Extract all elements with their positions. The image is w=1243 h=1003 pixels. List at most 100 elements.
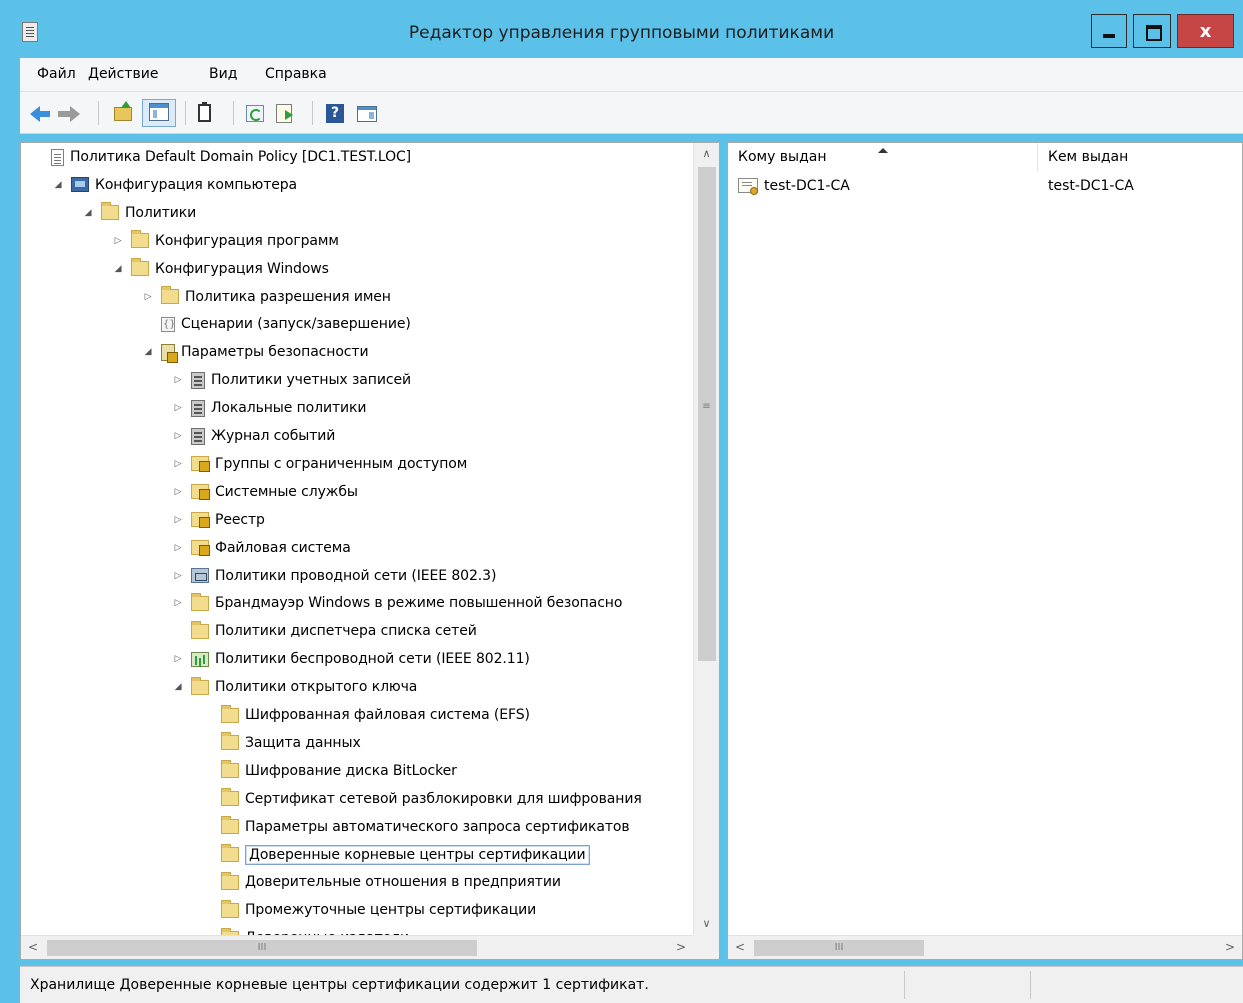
tree-item[interactable]: ▷ Конфигурация программ bbox=[111, 228, 339, 254]
tree-item[interactable]: ▷ Политики проводной сети (IEEE 802.3) bbox=[171, 563, 497, 589]
help-button[interactable]: ? bbox=[322, 101, 348, 125]
minimize-button[interactable] bbox=[1091, 14, 1127, 48]
maximize-button[interactable] bbox=[1133, 14, 1171, 48]
forward-button[interactable] bbox=[56, 101, 82, 125]
scroll-thumb[interactable] bbox=[698, 167, 716, 661]
server-policy-icon bbox=[191, 399, 205, 417]
certificate-list-pane[interactable]: Кому выдан Кем выдан test-DC1-CA test-DC… bbox=[727, 142, 1243, 960]
expand-arrow-icon[interactable]: ▷ bbox=[171, 423, 185, 449]
back-button[interactable] bbox=[28, 101, 54, 125]
tree-item[interactable]: ▷ Реестр bbox=[171, 507, 265, 533]
properties-button[interactable] bbox=[192, 101, 218, 125]
tree-horizontal-scrollbar[interactable]: < III > bbox=[21, 935, 693, 959]
tree-item-label: Локальные политики bbox=[211, 400, 367, 417]
tree-item[interactable]: ▷ Группы с ограниченным доступом bbox=[171, 451, 467, 477]
column-header-issued-by[interactable]: Кем выдан bbox=[1038, 143, 1242, 171]
expand-arrow-icon[interactable]: ▷ bbox=[171, 563, 185, 589]
refresh-icon bbox=[246, 105, 264, 122]
status-separator bbox=[1030, 971, 1031, 999]
collapse-arrow-icon[interactable]: ◢ bbox=[141, 339, 155, 365]
tree-vertical-scrollbar[interactable]: ∧ ≡ ∨ bbox=[693, 143, 719, 935]
tree-item[interactable]: ▷ Политики беспроводной сети (IEEE 802.11… bbox=[171, 646, 530, 672]
folder-icon bbox=[191, 676, 209, 695]
tree-item[interactable]: ◢ Конфигурация компьютера bbox=[51, 172, 298, 198]
expand-arrow-icon[interactable]: ▷ bbox=[111, 228, 125, 254]
tree-item[interactable]: Доверенные корневые центры сертификации bbox=[201, 842, 590, 868]
tree-item[interactable]: ▷ Политики учетных записей bbox=[171, 367, 411, 393]
tree-item-label: Конфигурация программ bbox=[155, 232, 339, 249]
menu-help[interactable]: Справка bbox=[265, 66, 327, 82]
console-tree[interactable]: Политика Default Domain Policy [DC1.TEST… bbox=[20, 142, 720, 960]
menu-file[interactable]: Файл bbox=[37, 66, 76, 82]
scroll-left-button[interactable]: < bbox=[728, 936, 752, 959]
account-policy-icon bbox=[191, 371, 205, 389]
tree-item[interactable]: ▷ Системные службы bbox=[171, 479, 358, 505]
toolbar-separator bbox=[185, 101, 186, 125]
show-hide-console-tree-button[interactable] bbox=[142, 99, 176, 127]
expand-arrow-icon[interactable]: ▷ bbox=[171, 395, 185, 421]
expand-arrow-icon[interactable]: ▷ bbox=[171, 479, 185, 505]
menu-view[interactable]: Вид bbox=[209, 66, 237, 82]
expand-arrow-icon[interactable]: ▷ bbox=[171, 367, 185, 393]
document-icon bbox=[51, 148, 64, 166]
collapse-arrow-icon[interactable]: ◢ bbox=[51, 172, 65, 198]
locked-folder-icon bbox=[191, 540, 210, 557]
expand-arrow-icon[interactable]: ▷ bbox=[141, 284, 155, 310]
scroll-right-button[interactable]: > bbox=[669, 936, 693, 959]
show-hide-action-pane-button[interactable] bbox=[354, 101, 380, 125]
toolbar-separator bbox=[312, 101, 313, 125]
tree-item[interactable]: Шифрованная файловая система (EFS) bbox=[201, 702, 530, 728]
title-bar[interactable]: Редактор управления групповыми политикам… bbox=[0, 0, 1243, 58]
tree-item-label: Сценарии (запуск/завершение) bbox=[181, 316, 411, 333]
collapse-arrow-icon[interactable]: ◢ bbox=[171, 674, 185, 700]
scroll-up-button[interactable]: ∧ bbox=[694, 143, 719, 165]
expand-arrow-icon[interactable]: ▷ bbox=[171, 451, 185, 477]
collapse-arrow-icon[interactable]: ◢ bbox=[81, 200, 95, 226]
security-settings-icon bbox=[161, 343, 178, 363]
tree-item[interactable]: Политики диспетчера списка сетей bbox=[171, 618, 477, 644]
refresh-button[interactable] bbox=[242, 101, 268, 125]
tree-item[interactable]: ▷ Брандмауэр Windows в режиме повышенной … bbox=[171, 590, 622, 616]
menu-action[interactable]: Действие bbox=[88, 66, 158, 82]
horizontal-scroll-thumb[interactable]: III bbox=[47, 940, 477, 956]
expand-arrow-icon[interactable]: ▷ bbox=[171, 646, 185, 672]
tree-item[interactable]: Политика Default Domain Policy [DC1.TEST… bbox=[31, 144, 411, 170]
up-one-level-button[interactable] bbox=[110, 101, 136, 125]
expand-arrow-icon[interactable]: ▷ bbox=[171, 590, 185, 616]
collapse-arrow-icon[interactable]: ◢ bbox=[111, 256, 125, 282]
tree-item[interactable]: Доверительные отношения в предприятии bbox=[201, 869, 561, 895]
certificate-icon bbox=[738, 178, 758, 195]
folder-icon bbox=[191, 592, 209, 611]
column-header-issued-to[interactable]: Кому выдан bbox=[728, 143, 1038, 171]
list-item[interactable]: test-DC1-CA test-DC1-CA bbox=[728, 174, 1242, 198]
tree-item[interactable]: ▷ Файловая система bbox=[171, 535, 351, 561]
scroll-down-button[interactable]: ∨ bbox=[694, 913, 719, 935]
tree-item[interactable]: ◢ Конфигурация Windows bbox=[111, 256, 329, 282]
window-title: Редактор управления групповыми политикам… bbox=[408, 23, 835, 43]
toolbar-separator bbox=[98, 101, 99, 125]
folder-icon bbox=[131, 258, 149, 277]
tree-item[interactable]: ◢ Политики открытого ключа bbox=[171, 674, 417, 700]
tree-item[interactable]: Защита данных bbox=[201, 730, 361, 756]
scroll-left-button[interactable]: < bbox=[21, 936, 45, 959]
tree-item[interactable]: ◢ Параметры безопасности bbox=[141, 339, 369, 365]
folder-up-icon bbox=[114, 101, 132, 121]
tree-item[interactable]: Шифрование диска BitLocker bbox=[201, 758, 457, 784]
expand-arrow-icon[interactable]: ▷ bbox=[171, 507, 185, 533]
scroll-right-button[interactable]: > bbox=[1218, 936, 1242, 959]
close-button[interactable]: x bbox=[1177, 14, 1234, 48]
tree-item[interactable]: Сценарии (запуск/завершение) bbox=[141, 311, 411, 338]
computer-icon bbox=[71, 177, 89, 193]
tree-item[interactable]: Сертификат сетевой разблокировки для шиф… bbox=[201, 786, 642, 812]
tree-item[interactable]: ◢ Политики bbox=[81, 200, 196, 226]
tree-item-label: Защита данных bbox=[245, 734, 361, 751]
tree-item[interactable]: Параметры автоматического запроса сертиф… bbox=[201, 814, 630, 840]
tree-item[interactable]: ▷ Локальные политики bbox=[171, 395, 366, 421]
tree-item[interactable]: ▷ Политика разрешения имен bbox=[141, 284, 391, 310]
tree-item[interactable]: Промежуточные центры сертификации bbox=[201, 897, 536, 923]
horizontal-scroll-thumb[interactable]: III bbox=[754, 940, 924, 956]
export-list-button[interactable] bbox=[272, 101, 298, 125]
expand-arrow-icon[interactable]: ▷ bbox=[171, 535, 185, 561]
list-horizontal-scrollbar[interactable]: < III > bbox=[728, 935, 1242, 959]
tree-item[interactable]: ▷ Журнал событий bbox=[171, 423, 335, 449]
